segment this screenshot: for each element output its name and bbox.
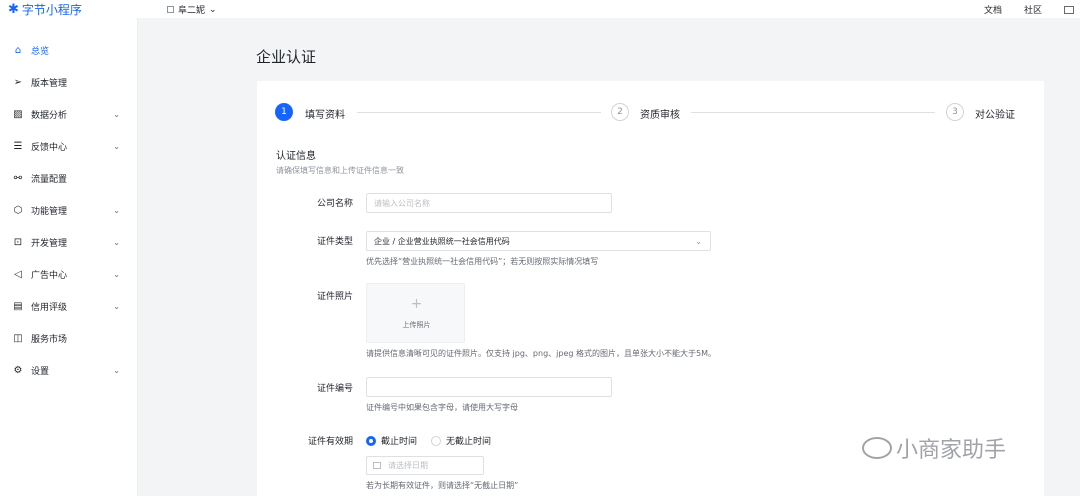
watermark: 小商家助手 — [862, 432, 1006, 464]
sidebar-item-ads[interactable]: ◁ 广告中心 ⌄ — [0, 264, 138, 284]
radio-deadline-label[interactable]: 截止时间 — [381, 434, 417, 447]
document-icon: ▤ — [13, 300, 23, 312]
cert-validity-help: 若为长期有效证件，则请选择“无截止日期” — [366, 481, 519, 490]
photo-upload-button[interactable]: + 上传照片 — [366, 283, 465, 343]
app-logo[interactable]: ✱ 字节小程序 — [8, 1, 82, 18]
step-1-circle: 1 — [275, 103, 293, 121]
cert-number-help: 证件编号中如果包含字母，请使用大写字母 — [366, 403, 518, 412]
sidebar-item-label: 功能管理 — [31, 206, 68, 217]
step-3-label: 对公验证 — [975, 110, 1015, 121]
chevron-down-icon: ⌄ — [113, 205, 120, 215]
speaker-icon: ◁ — [14, 268, 22, 280]
radio-no-deadline-label[interactable]: 无截止时间 — [446, 434, 491, 447]
sidebar-item-overview[interactable]: ⌂ 总览 — [0, 40, 138, 60]
function-icon: ⬡ — [13, 204, 23, 216]
company-name-placeholder: 请输入公司名称 — [374, 198, 430, 208]
company-name-input[interactable]: 请输入公司名称 — [366, 193, 612, 213]
date-placeholder: 请选择日期 — [388, 461, 428, 470]
cert-validity-label: 证件有效期 — [307, 437, 353, 447]
date-picker-input[interactable]: 请选择日期 — [366, 456, 484, 475]
logo-text: 字节小程序 — [21, 3, 82, 17]
app-avatar-icon — [167, 6, 174, 13]
chevron-down-icon: ⌄ — [695, 236, 702, 246]
send-icon: ➢ — [13, 76, 23, 88]
docs-link[interactable]: 文档 — [984, 3, 1002, 16]
sidebar-item-feedback[interactable]: ☰ 反馈中心 ⌄ — [0, 136, 138, 156]
cert-photo-help: 请提供信息清晰可见的证件照片。仅支持 jpg、png、jpeg 格式的图片，且单… — [366, 349, 716, 358]
step-2-circle: 2 — [611, 103, 629, 121]
upload-label: 上传照片 — [402, 321, 431, 329]
step-1-label: 填写资料 — [305, 110, 345, 121]
sidebar-item-label: 反馈中心 — [31, 142, 68, 153]
sidebar-item-analytics[interactable]: ▨ 数据分析 ⌄ — [0, 104, 138, 124]
step-indicator: 1 填写资料 2 资质审核 3 对公验证 — [275, 103, 1025, 123]
chevron-down-icon: ⌄ — [113, 365, 120, 375]
sidebar-item-market[interactable]: ◫ 服务市场 — [0, 328, 138, 348]
plus-icon: + — [410, 296, 423, 312]
app-name: 阜二妮 — [178, 6, 206, 16]
cert-type-value: 企业 / 企业营业执照统一社会信用代码 — [374, 236, 510, 246]
home-icon: ⌂ — [14, 44, 22, 56]
chevron-down-icon: ⌄ — [209, 4, 217, 15]
sidebar-item-functions[interactable]: ⬡ 功能管理 ⌄ — [0, 200, 138, 220]
step-3-circle: 3 — [946, 103, 964, 121]
sidebar-item-label: 广告中心 — [31, 270, 68, 281]
sidebar-item-label: 信用评级 — [31, 302, 68, 313]
logo-icon: ✱ — [8, 1, 19, 17]
mail-icon[interactable] — [1064, 5, 1074, 14]
sidebar-item-traffic[interactable]: ⚯ 流量配置 — [0, 168, 138, 188]
step-divider — [357, 112, 601, 113]
top-bar: ✱ 字节小程序 阜二妮 ⌄ 文档 社区 — [0, 0, 1080, 18]
step-2-label: 资质审核 — [640, 110, 680, 121]
section-subtitle: 请确保填写信息和上传证件信息一致 — [276, 166, 404, 175]
cert-type-help: 优先选择“营业执照统一社会信用代码”；若无则按照实际情况填写 — [366, 257, 599, 266]
market-icon: ◫ — [13, 332, 23, 344]
wechat-icon — [862, 437, 892, 459]
sidebar: ⌂ 总览 ➢ 版本管理 ▨ 数据分析 ⌄ ☰ 反馈中心 ⌄ ⚯ 流量配置 ⬡ 功… — [0, 18, 138, 496]
chevron-down-icon: ⌄ — [113, 237, 120, 247]
calendar-icon — [373, 462, 381, 469]
chart-icon: ▨ — [13, 108, 23, 120]
page-title: 企业认证 — [256, 48, 317, 66]
sidebar-item-label: 版本管理 — [31, 78, 68, 89]
cert-photo-label: 证件照片 — [316, 292, 353, 302]
chevron-down-icon: ⌄ — [113, 109, 120, 119]
code-icon: ⊡ — [13, 236, 23, 248]
app-switcher[interactable]: 阜二妮 ⌄ — [167, 3, 217, 16]
cert-type-select[interactable]: 企业 / 企业营业执照统一社会信用代码 ⌄ — [366, 231, 711, 251]
chevron-down-icon: ⌄ — [113, 269, 120, 279]
sidebar-item-credit[interactable]: ▤ 信用评级 ⌄ — [0, 296, 138, 316]
chevron-down-icon: ⌄ — [113, 141, 120, 151]
cert-number-input[interactable] — [366, 377, 612, 397]
section-title: 认证信息 — [276, 151, 316, 162]
chevron-down-icon: ⌄ — [113, 301, 120, 311]
cert-type-label: 证件类型 — [316, 237, 353, 247]
watermark-text: 小商家助手 — [896, 438, 1007, 463]
gear-icon: ⚙ — [13, 364, 23, 376]
cert-number-label: 证件编号 — [316, 384, 353, 394]
sidebar-item-label: 数据分析 — [31, 110, 68, 121]
sidebar-item-label: 设置 — [31, 366, 50, 377]
sidebar-item-label: 总览 — [31, 46, 50, 57]
validity-radio-group: 截止时间 无截止时间 — [366, 434, 491, 447]
traffic-icon: ⚯ — [13, 172, 23, 184]
company-name-label: 公司名称 — [316, 199, 353, 209]
radio-deadline[interactable] — [366, 435, 376, 446]
sidebar-item-label: 流量配置 — [31, 174, 68, 185]
step-divider — [691, 112, 935, 113]
sidebar-item-version[interactable]: ➢ 版本管理 — [0, 72, 138, 92]
radio-no-deadline[interactable] — [431, 435, 442, 446]
sidebar-item-label: 服务市场 — [31, 334, 68, 345]
sidebar-item-development[interactable]: ⊡ 开发管理 ⌄ — [0, 232, 138, 252]
sidebar-item-label: 开发管理 — [31, 238, 68, 249]
feedback-icon: ☰ — [13, 140, 23, 152]
sidebar-item-settings[interactable]: ⚙ 设置 ⌄ — [0, 360, 138, 380]
community-link[interactable]: 社区 — [1024, 3, 1042, 16]
